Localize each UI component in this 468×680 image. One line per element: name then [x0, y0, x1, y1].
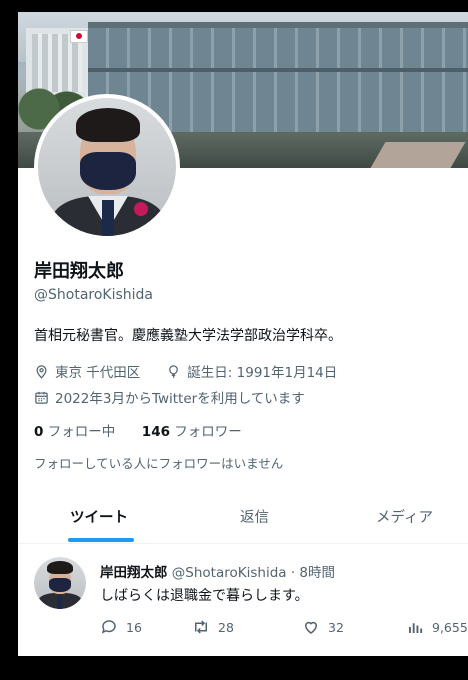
avatar-lapel-pin [134, 202, 148, 216]
profile-location: 東京 千代田区 [55, 365, 141, 381]
birthday-balloon-icon [169, 364, 179, 378]
profile-tabs: ツイート 返信 メディア [18, 498, 468, 544]
like-icon [304, 621, 318, 634]
retweet-icon [195, 620, 207, 634]
avatar-mask [80, 152, 136, 190]
banner-sculpture [370, 142, 466, 168]
followers-link[interactable]: 146 フォロワー [142, 424, 242, 440]
followers-label: フォロワー [174, 424, 242, 440]
avatar-hair [76, 108, 140, 142]
no-mutual-followers-text: フォローしている人にフォロワーはいません [34, 456, 284, 471]
views-icon [409, 623, 423, 633]
profile-stats: 0 フォロー中 146 フォロワー [34, 420, 242, 440]
tab-replies[interactable]: 返信 [240, 506, 269, 527]
reply-icon [101, 620, 116, 634]
tweet-text: しばらくは退職金で暮らします。 [100, 588, 309, 604]
reply-count: 16 [126, 619, 142, 635]
profile-meta-row-2: 2022年3月からTwitterを利用しています [34, 387, 305, 407]
followers-count: 146 [141, 424, 170, 440]
like-button[interactable]: 32 [302, 618, 344, 636]
profile-meta-row-1: 東京 千代田区 誕生日: 1991年1月14日 [34, 361, 337, 381]
active-tab-indicator [68, 538, 134, 542]
tweet-avatar-mask [49, 578, 71, 592]
retweet-count: 28 [218, 619, 234, 635]
tweet-avatar-tie [57, 595, 62, 609]
profile-bio: 首相元秘書官。慶應義塾大学法学部政治学科卒。 [34, 328, 342, 344]
profile-joined: 2022年3月からTwitterを利用しています [55, 391, 305, 407]
views-button[interactable]: 9,655 [406, 618, 468, 636]
calendar-icon [35, 391, 48, 404]
profile-name: 岸田翔太郎 [34, 261, 124, 282]
following-link[interactable]: 0 フォロー中 [34, 424, 115, 440]
tweet-header: 岸田翔太郎 @ShotaroKishida · 8時間 [100, 561, 335, 581]
tweet-avatar-hair [47, 561, 73, 574]
retweet-button[interactable]: 28 [192, 618, 234, 636]
avatar-tie [102, 200, 114, 236]
profile-avatar[interactable] [34, 94, 180, 240]
tweet-avatar-photo [34, 557, 86, 609]
tweet-handle-time: @ShotaroKishida · 8時間 [171, 565, 336, 581]
tweet-actions: 16 28 32 9,655 [100, 618, 468, 640]
reply-button[interactable]: 16 [100, 618, 142, 636]
following-count: 0 [34, 424, 44, 440]
banner-flag [70, 30, 88, 43]
following-label: フォロー中 [47, 424, 116, 440]
tweet-avatar[interactable] [34, 557, 86, 609]
profile-birthday: 誕生日: 1991年1月14日 [187, 365, 338, 381]
tab-tweets[interactable]: ツイート [70, 506, 128, 527]
profile-handle: @ShotaroKishida [34, 287, 153, 303]
like-count: 32 [328, 619, 344, 635]
tab-media[interactable]: メディア [376, 506, 433, 527]
profile-page: 岸田翔太郎 @ShotaroKishida 首相元秘書官。慶應義塾大学法学部政治… [18, 12, 468, 656]
location-icon [36, 364, 47, 379]
profile-avatar-photo [38, 98, 176, 236]
tweet-author[interactable]: 岸田翔太郎 [100, 565, 168, 581]
views-count: 9,655 [432, 619, 468, 635]
